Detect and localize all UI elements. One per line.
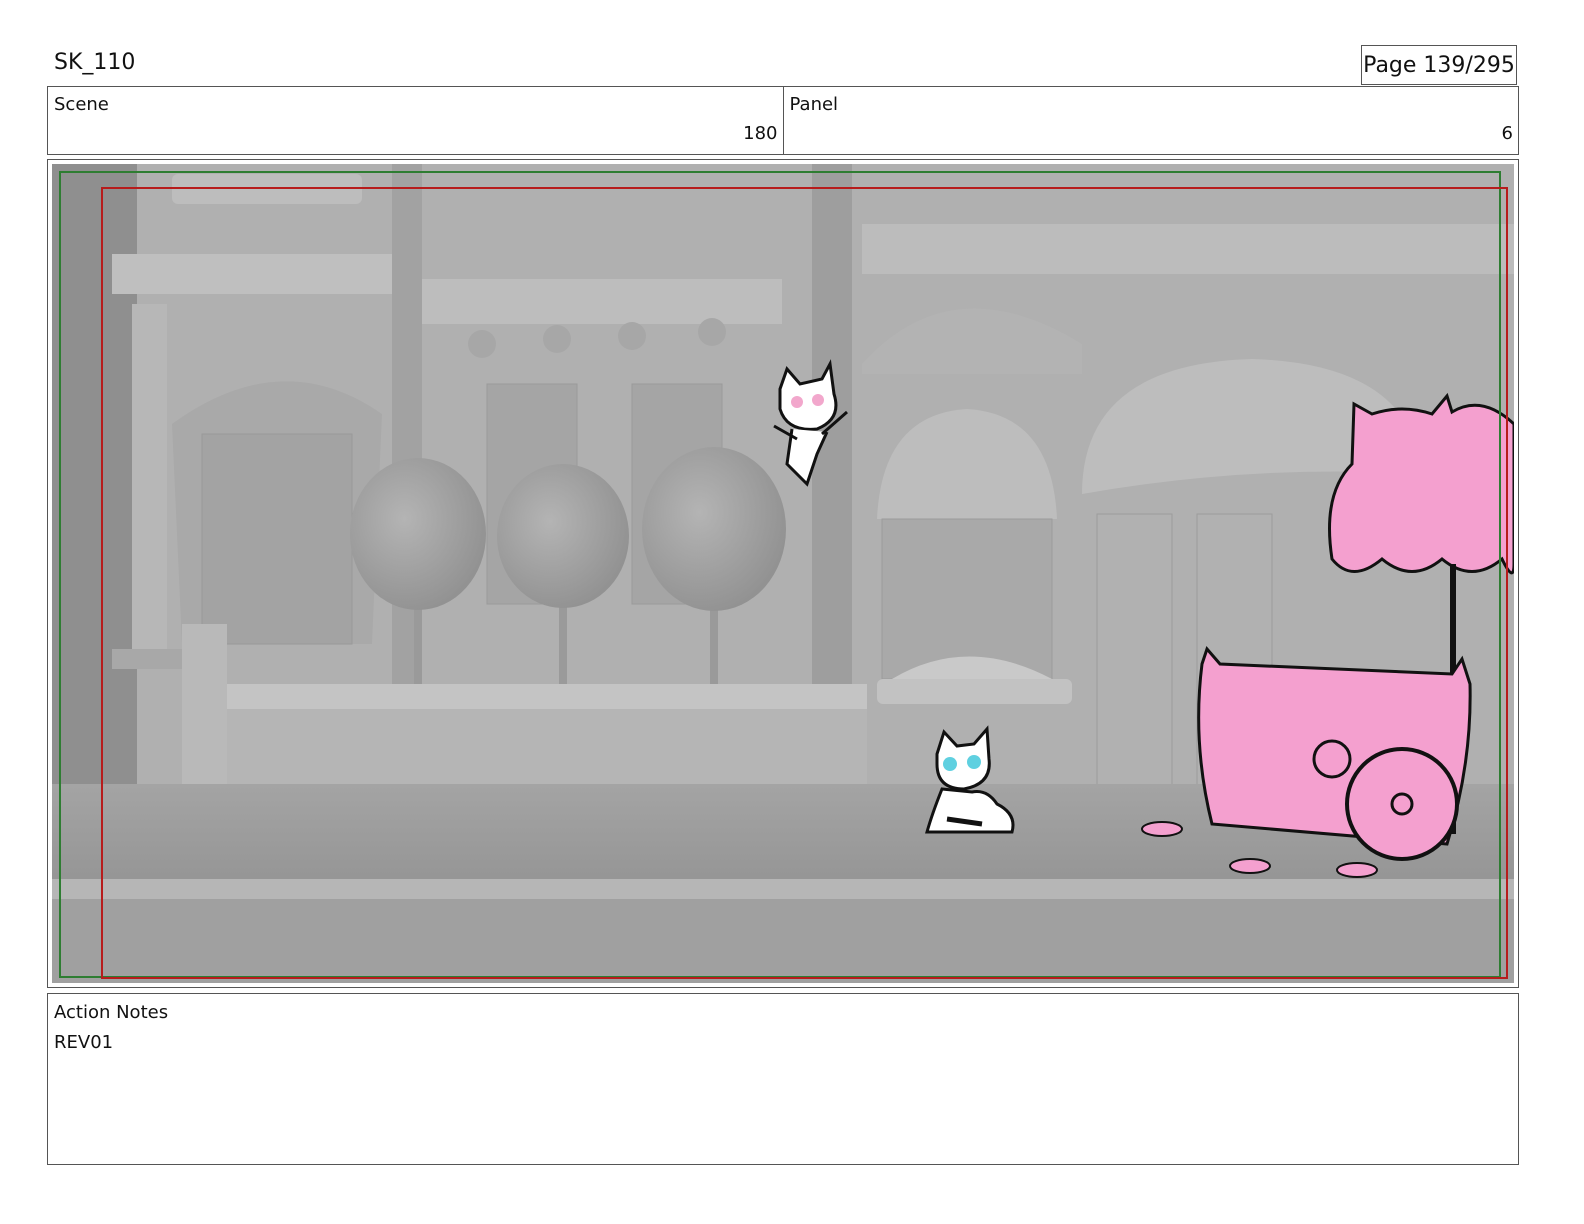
shop-door-1 (1096, 513, 1173, 795)
tree-2 (497, 464, 629, 608)
left-column (132, 304, 167, 664)
street (52, 899, 1514, 983)
tree-1 (350, 458, 486, 610)
curb (52, 879, 1514, 899)
ornament-2 (543, 325, 571, 353)
panel-cell: Panel 6 (782, 87, 1519, 154)
ornament-1 (468, 330, 496, 358)
column-base (112, 649, 192, 669)
middle-cornice (422, 279, 782, 324)
scene-label: Scene (54, 94, 109, 115)
ornament-4 (698, 318, 726, 346)
ornament-3 (618, 322, 646, 350)
planter-top (182, 684, 867, 709)
project-title: SK_110 (54, 50, 136, 75)
cart-flower-emblem (1312, 739, 1352, 779)
fallen-flower-3 (1336, 862, 1378, 878)
cart-wheel (1345, 747, 1459, 861)
fallen-flower-1 (1141, 821, 1183, 837)
page-number-text: Page 139/295 (1363, 52, 1515, 78)
tree-3 (642, 447, 786, 611)
flower-box (877, 679, 1072, 704)
panel-value: 6 (1501, 123, 1513, 144)
panel-label: Panel (789, 94, 839, 115)
action-notes-box: Action Notes REV01 (47, 993, 1519, 1165)
left-door (201, 433, 353, 645)
fallen-flower-2 (1229, 858, 1271, 874)
left-cornice (112, 254, 392, 294)
storyboard-panel (47, 159, 1519, 988)
info-row: Scene 180 Panel 6 (47, 86, 1519, 155)
shop-window (881, 518, 1053, 680)
action-notes-text: REV01 (54, 1032, 114, 1053)
panel-illustration (52, 164, 1514, 983)
page-number: Page 139/295 (1361, 45, 1517, 85)
scene-cell: Scene 180 (48, 87, 783, 154)
wall-post (182, 624, 227, 809)
upper-beam (862, 224, 1514, 274)
scene-value: 180 (743, 123, 778, 144)
action-notes-label: Action Notes (54, 1002, 169, 1023)
